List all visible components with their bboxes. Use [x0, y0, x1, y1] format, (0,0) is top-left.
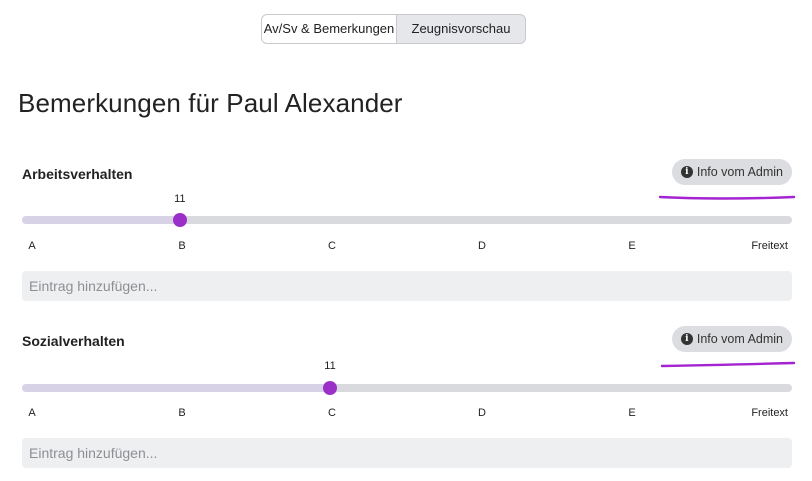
tick-label-c: C — [328, 240, 336, 252]
arbeitsverhalten-slider[interactable] — [22, 213, 792, 227]
slider-fill — [22, 216, 180, 224]
entry-input[interactable] — [22, 438, 792, 468]
tick-label-e: E — [628, 407, 636, 419]
section-title: Sozialverhalten — [22, 333, 125, 349]
tick-label-e: E — [628, 240, 636, 252]
slider-thumb[interactable] — [172, 213, 187, 227]
slider-value-label: 11 — [324, 360, 336, 372]
view-tabs: Av/Sv & Bemerkungen Zeugnisvorschau — [261, 14, 526, 44]
sozialverhalten-slider[interactable] — [22, 381, 792, 395]
page-title: Bemerkungen für Paul Alexander — [18, 88, 403, 118]
tab-zeugnisvorschau[interactable]: Zeugnisvorschau — [397, 15, 525, 43]
tick-label-d: D — [478, 407, 486, 419]
info-vom-admin-button[interactable]: i Info vom Admin — [671, 326, 792, 352]
slider-fill — [22, 384, 330, 392]
slider-tick-labels: A B C D E Freitext — [22, 240, 792, 254]
tick-label-a: A — [28, 407, 36, 419]
slider-thumb[interactable] — [323, 381, 337, 395]
tick-label-a: A — [28, 240, 36, 252]
tick-label-freitext: Freitext — [751, 407, 788, 419]
tick-label-b: B — [178, 240, 186, 252]
tick-label-d: D — [478, 240, 486, 252]
info-button-label: Info vom Admin — [696, 165, 783, 179]
info-button-label: Info vom Admin — [696, 332, 783, 346]
section-title: Arbeitsverhalten — [22, 166, 133, 182]
annotation-underline — [658, 195, 796, 200]
slider-value-label: 11 — [174, 193, 186, 205]
tab-av-sv-bemerkungen[interactable]: Av/Sv & Bemerkungen — [262, 15, 397, 43]
annotation-underline — [660, 361, 796, 368]
entry-input[interactable] — [22, 271, 792, 301]
tick-label-freitext: Freitext — [751, 240, 788, 252]
info-icon: i — [680, 333, 693, 345]
tick-label-c: C — [328, 407, 336, 419]
info-vom-admin-button[interactable]: i Info vom Admin — [671, 159, 792, 185]
info-icon: i — [680, 166, 693, 178]
tick-label-b: B — [178, 407, 186, 419]
slider-tick-labels: A B C D E Freitext — [22, 407, 792, 421]
